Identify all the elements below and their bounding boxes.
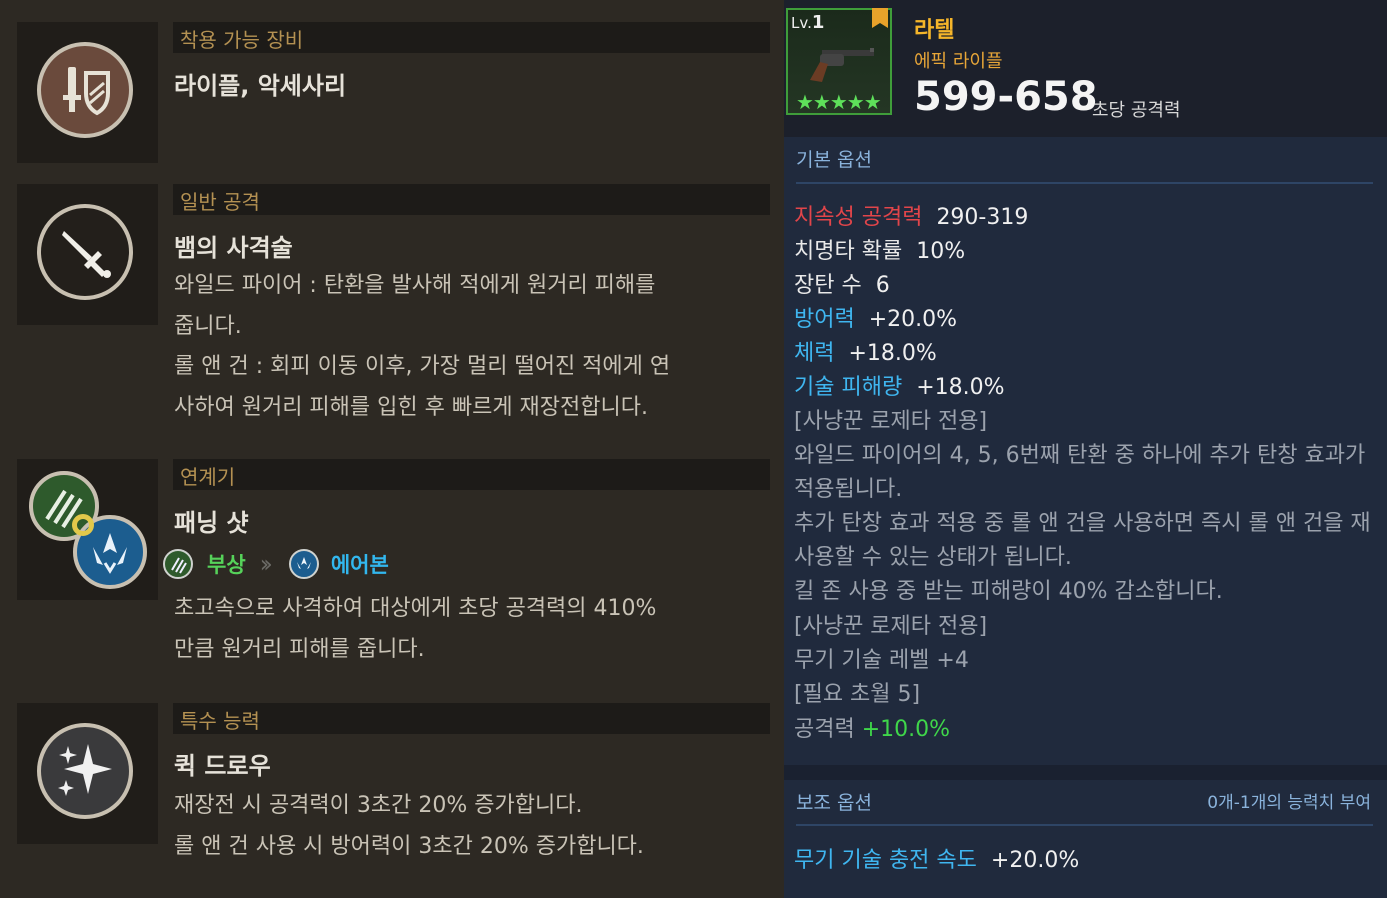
note-line: 추가 탄창 효과 적용 중 롤 앤 건을 사용하면 즉시 롤 앤 건을 재 [794, 511, 1371, 536]
stat-row: 방어력 +20.0% [794, 301, 957, 333]
note-line: 사용할 수 있는 상태가 됩니다. [794, 545, 1072, 570]
section-header-text: 연계기 [180, 465, 236, 489]
divider [796, 182, 1373, 184]
stat-label: 지속성 공격력 [794, 205, 923, 230]
combo-to-label: 에어본 [330, 553, 389, 577]
stat-value: 10% [916, 239, 966, 264]
stat-value: +20.0% [868, 307, 958, 332]
double-chevron-icon: ›› [259, 550, 273, 578]
stat-label: 기술 피해량 [794, 375, 903, 400]
skill-panel: 착용 가능 장비 라이플, 악세사리 일반 공격 뱀의 사격술 와일드 파이어 … [0, 0, 784, 898]
dps-value: 599-658 [914, 74, 1098, 120]
item-type: 에픽 라이플 [914, 51, 1003, 72]
skill-name: 패닝 샷 [174, 509, 249, 537]
note-line: [사냥꾼 로제타 전용] [794, 409, 988, 434]
equip-types: 라이플, 악세사리 [174, 72, 347, 100]
item-tooltip: Lv.1 ★★★★★ 라텔 에픽 라이플 599-658 초당 공격력 기본 옵… [784, 0, 1387, 898]
desc-line: 줍니다. [174, 313, 242, 339]
stat-row: 지속성 공격력 290-319 [794, 199, 1028, 231]
sub-options-count: 0개-1개의 능력치 부여 [1207, 793, 1371, 813]
bookmark-icon [872, 8, 888, 28]
desc-line: 사하여 원거리 피해를 입힌 후 빠르게 재장전합니다. [174, 394, 648, 420]
stat-row: 장탄 수 6 [794, 267, 890, 299]
item-header: Lv.1 ★★★★★ 라텔 에픽 라이플 599-658 초당 공격력 [784, 0, 1387, 137]
divider [796, 824, 1373, 826]
level-badge: Lv.1 [791, 12, 824, 33]
section-header: 일반 공격 [173, 184, 770, 215]
section-header: 연계기 [173, 459, 770, 490]
level-label: Lv. [791, 14, 812, 32]
stat-value: 290-319 [936, 205, 1029, 230]
final-stat-label: 공격력 [794, 717, 855, 742]
basic-options: 기본 옵션 지속성 공격력 290-319 치명타 확률 10% 장탄 수 6 … [784, 137, 1387, 765]
special-icon-box [17, 703, 158, 844]
desc-line: 초고속으로 사격하여 대상에게 초당 공격력의 410% [174, 596, 657, 621]
stat-value: +18.0% [848, 341, 937, 366]
note-line: [사냥꾼 로제타 전용] [794, 614, 988, 639]
desc-line: 롤 앤 건 : 회피 이동 이후, 가장 멀리 떨어진 적에게 연 [174, 354, 671, 379]
basic-options-title: 기본 옵션 [796, 149, 872, 171]
sub-stat-value: +20.0% [990, 848, 1080, 873]
stat-label: 방어력 [794, 307, 855, 332]
dps-label: 초당 공격력 [1092, 100, 1181, 121]
desc-line: 재장전 시 공격력이 3초간 20% 증가합니다. [174, 793, 583, 818]
sword-shield-icon [37, 42, 133, 138]
stat-row: 기술 피해량 +18.0% [794, 369, 1005, 401]
item-name: 라텔 [914, 18, 955, 43]
item-icon[interactable]: Lv.1 ★★★★★ [786, 8, 892, 115]
equip-icon-box [17, 22, 158, 163]
sub-options-title: 보조 옵션 [796, 792, 872, 814]
combo-chain: 부상 ›› 에어본 [163, 547, 389, 581]
stat-label: 치명타 확률 [794, 239, 903, 264]
desc-line: 만큼 원거리 피해를 줍니다. [174, 636, 425, 662]
stat-row: 체력 +18.0% [794, 335, 937, 367]
note-line: 무기 기술 레벨 +4 [794, 648, 969, 673]
skill-name: 뱀의 사격술 [174, 234, 293, 262]
note-line: [필요 초월 5] [794, 682, 921, 707]
sparkle-icon [37, 723, 133, 819]
final-stat-row: 공격력 +10.0% [794, 711, 950, 743]
note-line: 적용됩니다. [794, 477, 903, 502]
combo-from-label: 부상 [207, 553, 246, 577]
section-header-text: 착용 가능 장비 [180, 28, 304, 52]
stat-value: 6 [875, 273, 890, 298]
final-stat-value: +10.0% [861, 717, 951, 742]
section-header: 착용 가능 장비 [173, 22, 770, 53]
desc-line: 와일드 파이어 : 탄환을 발사해 적에게 원거리 피해를 [174, 273, 656, 298]
sub-stat-row: 무기 기술 충전 속도 +20.0% [794, 842, 1079, 874]
dagger-icon [37, 204, 133, 300]
desc-line: 롤 앤 건 사용 시 방어력이 3초간 20% 증가합니다. [174, 833, 644, 859]
skill-description: 와일드 파이어 : 탄환을 발사해 적에게 원거리 피해를 줍니다. 롤 앤 건… [174, 266, 754, 428]
skill-name: 퀵 드로우 [174, 752, 271, 780]
chain-link-icon [72, 514, 94, 536]
level-value: 1 [811, 12, 825, 33]
section-header-text: 특수 능력 [180, 709, 260, 733]
stat-value: +18.0% [916, 375, 1005, 400]
section-header: 특수 능력 [173, 703, 770, 734]
revolver-icon [810, 48, 874, 82]
injury-icon [163, 549, 193, 579]
stat-label: 장탄 수 [794, 273, 862, 298]
rarity-stars: ★★★★★ [796, 90, 882, 114]
sub-options: 보조 옵션 0개-1개의 능력치 부여 무기 기술 충전 속도 +20.0% [784, 780, 1387, 898]
section-header-text: 일반 공격 [180, 190, 260, 214]
attack-icon-box [17, 184, 158, 325]
airborne-mini-icon [288, 549, 319, 579]
stat-label: 체력 [794, 341, 835, 366]
note-line: 와일드 파이어의 4, 5, 6번째 탄환 중 하나에 추가 탄창 효과가 [794, 443, 1366, 468]
combo-icon-box [17, 459, 158, 600]
stat-row: 치명타 확률 10% [794, 233, 965, 265]
sub-stat-label: 무기 기술 충전 속도 [794, 848, 977, 873]
skill-description: 재장전 시 공격력이 3초간 20% 증가합니다. 롤 앤 건 사용 시 방어력… [174, 786, 754, 867]
skill-description: 초고속으로 사격하여 대상에게 초당 공격력의 410% 만큼 원거리 피해를 … [174, 589, 754, 670]
note-line: 킬 존 사용 중 받는 피해량이 40% 감소합니다. [794, 579, 1223, 604]
